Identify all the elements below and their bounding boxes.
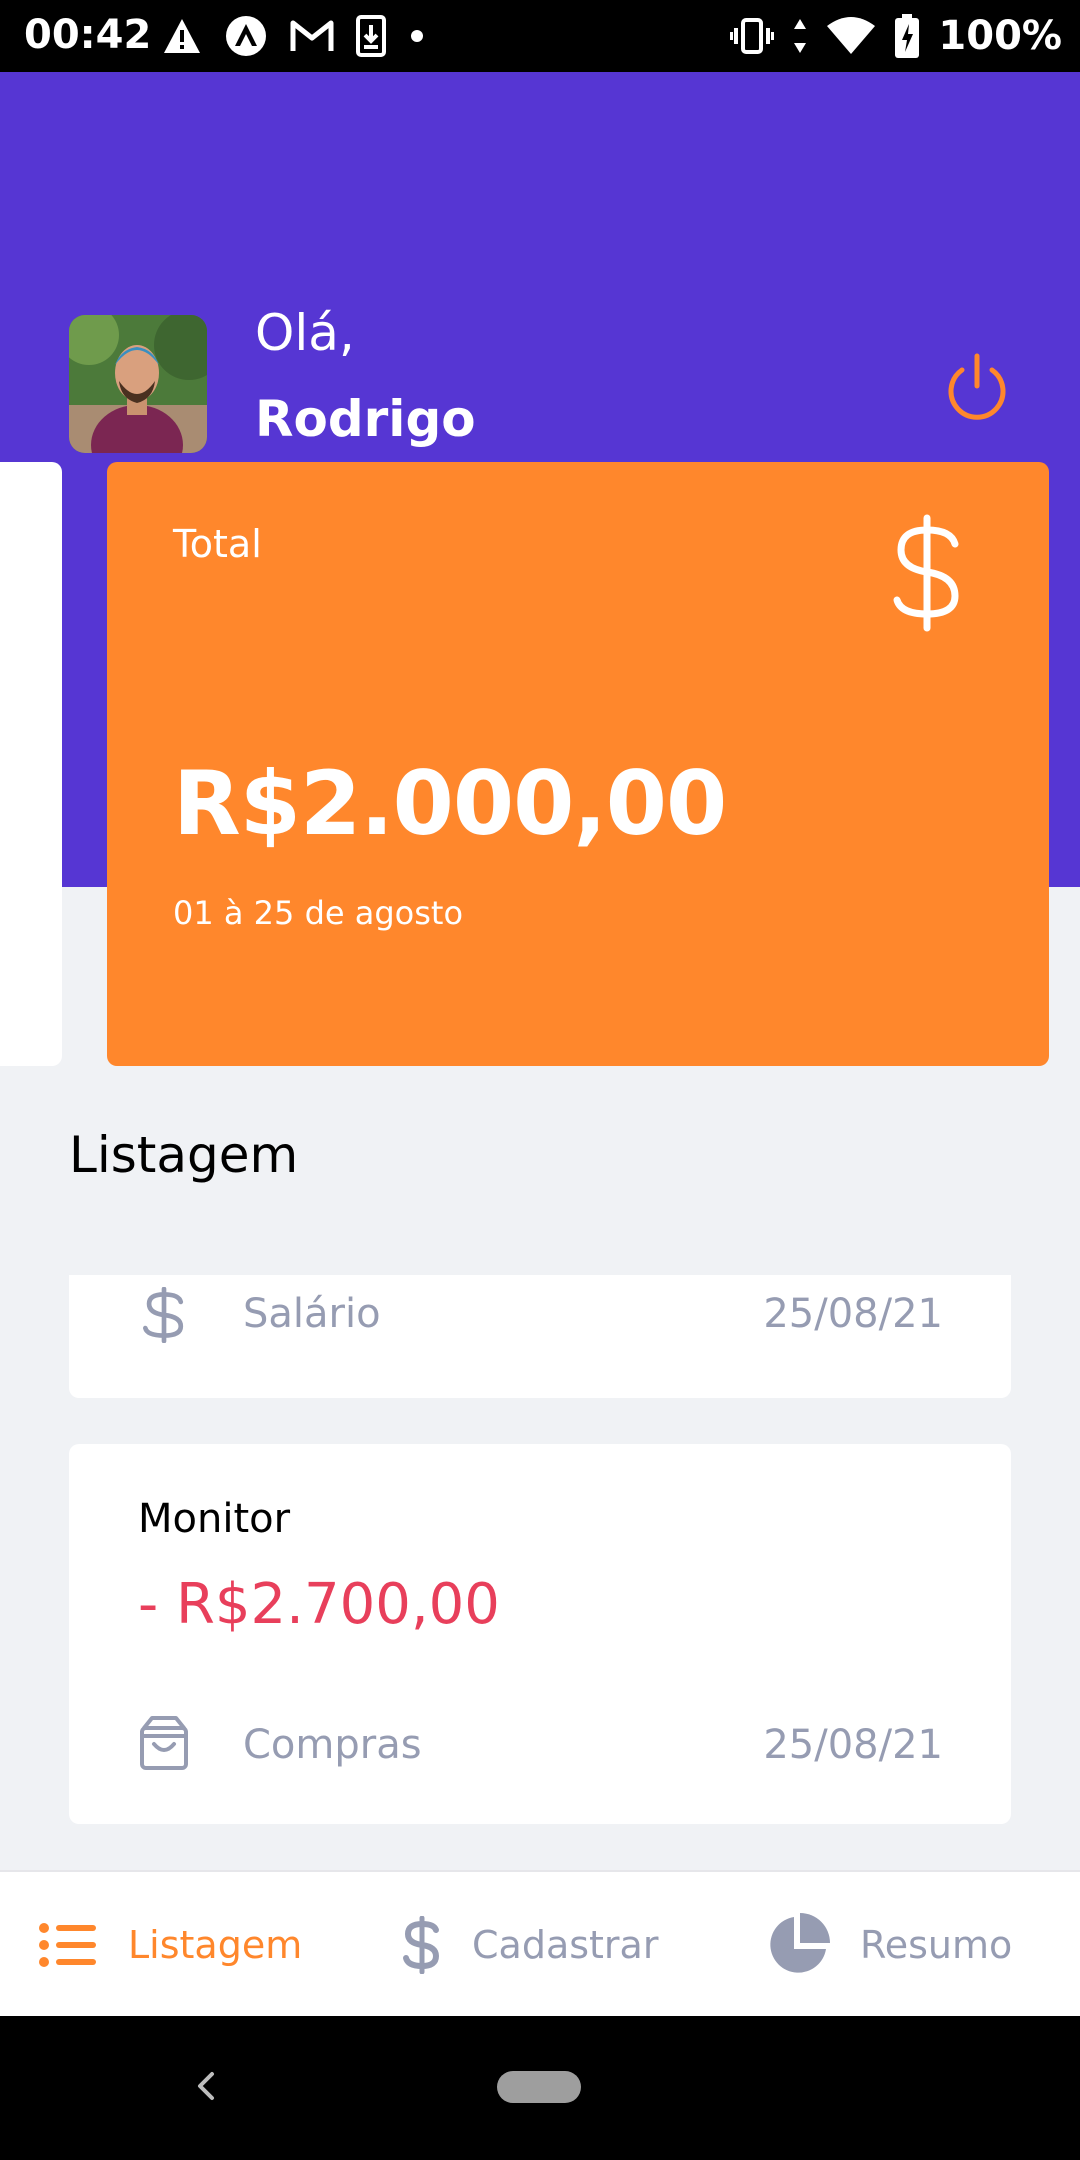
- transaction-card[interactable]: Salário 25/08/21: [69, 1275, 1011, 1398]
- battery-percentage: 100%: [938, 13, 1062, 59]
- card-title: Total: [173, 522, 262, 566]
- app-icon: [226, 16, 266, 56]
- download-icon: [356, 15, 386, 57]
- transaction-date: 25/08/21: [763, 1722, 943, 1768]
- transaction-title: Monitor: [138, 1496, 291, 1542]
- total-period: 01 à 25 de agosto: [173, 894, 464, 932]
- dollar-icon: [893, 514, 959, 632]
- warning-icon: [164, 19, 200, 53]
- tab-label: Resumo: [860, 1923, 1013, 1967]
- transaction-category: Compras: [243, 1722, 422, 1768]
- tab-listagem[interactable]: Listagem: [38, 1872, 302, 2018]
- tab-bar: Listagem Cadastrar Resumo: [0, 1870, 1080, 2016]
- tab-label: Listagem: [128, 1923, 303, 1967]
- pie-chart-icon: [770, 1913, 830, 1973]
- previous-card-peek[interactable]: [0, 462, 62, 1066]
- greeting-text: Olá,: [255, 304, 355, 362]
- status-time: 00:42: [24, 12, 152, 58]
- signal-arrows-icon: [794, 19, 807, 53]
- list-icon: [39, 1923, 96, 1967]
- total-amount: R$2.000,00: [173, 752, 727, 855]
- tab-label: Cadastrar: [472, 1923, 659, 1967]
- transaction-category: Salário: [243, 1291, 381, 1337]
- user-avatar: [69, 315, 207, 453]
- wifi-icon: [827, 17, 876, 54]
- status-left-icons: [162, 12, 426, 60]
- gmail-icon: [290, 20, 334, 51]
- transaction-amount: - R$2.700,00: [138, 1572, 500, 1637]
- tab-resumo[interactable]: Resumo: [766, 1872, 1012, 2018]
- total-card[interactable]: Total R$2.000,00 01 à 25 de agosto: [107, 462, 1049, 1066]
- tab-cadastrar[interactable]: Cadastrar: [402, 1872, 658, 2018]
- home-button[interactable]: [497, 2071, 581, 2103]
- transaction-card[interactable]: Monitor - R$2.700,00 Compras 25/08/21: [69, 1444, 1011, 1824]
- status-bar: 00:42 100%: [0, 0, 1080, 72]
- battery-icon: [895, 14, 920, 58]
- back-icon[interactable]: [190, 2060, 220, 2110]
- dollar-icon: [403, 1916, 440, 1974]
- user-name: Rodrigo: [255, 390, 476, 448]
- dollar-icon: [142, 1287, 184, 1343]
- dot-icon: [411, 30, 423, 42]
- list-title: Listagem: [69, 1126, 299, 1184]
- vibrate-icon: [730, 18, 775, 54]
- shopping-bag-icon: [140, 1716, 188, 1770]
- power-icon[interactable]: [942, 350, 1012, 422]
- system-nav-bar: [0, 2016, 1080, 2160]
- status-right-icons: 100%: [730, 12, 1062, 60]
- transaction-date: 25/08/21: [763, 1291, 943, 1337]
